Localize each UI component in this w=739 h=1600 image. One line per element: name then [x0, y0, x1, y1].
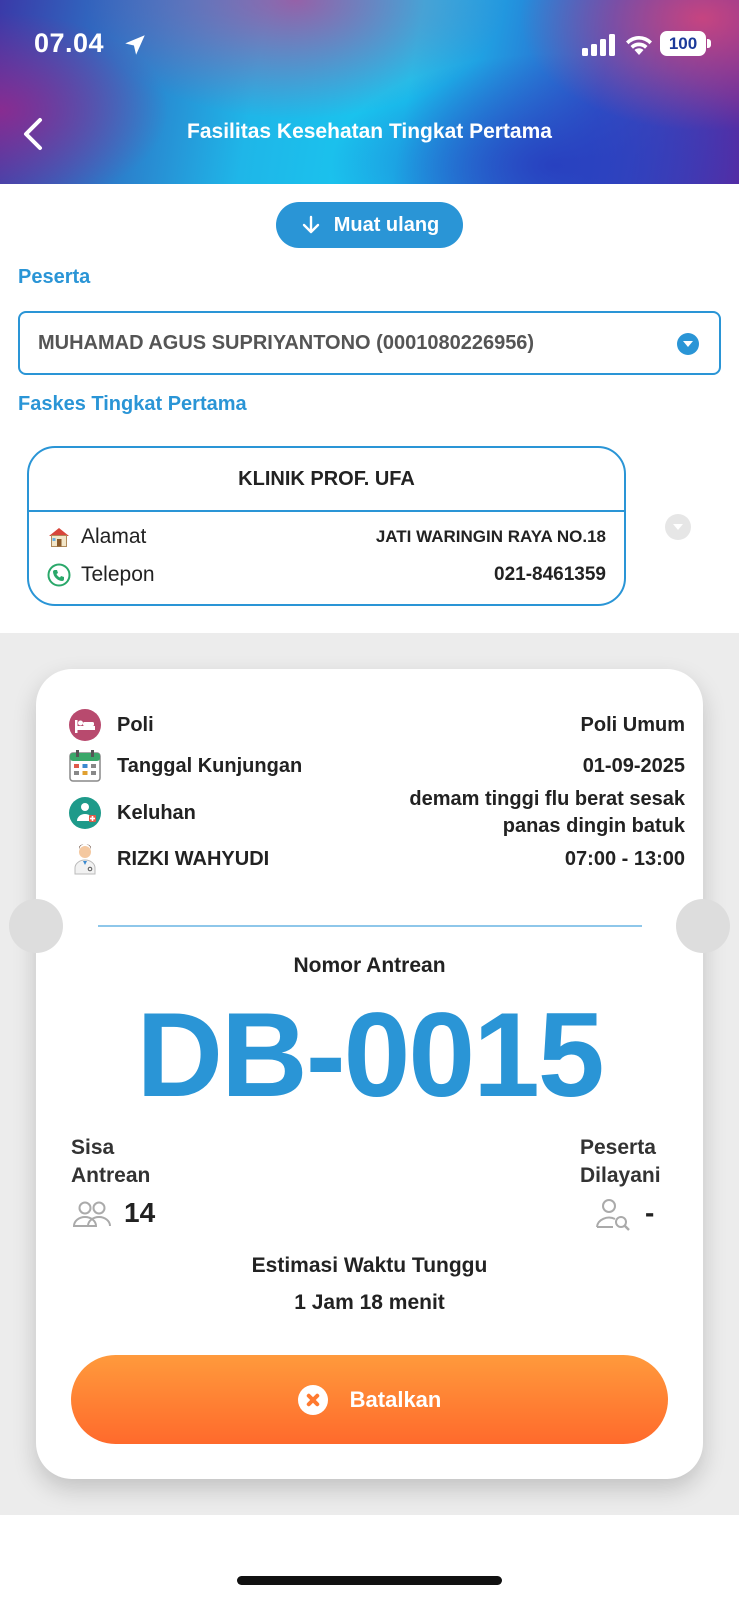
- chevron-down-icon[interactable]: [665, 514, 691, 540]
- peserta-dilayani-label-1: Peserta: [580, 1136, 656, 1159]
- telepon-value: 021-8461359: [494, 564, 606, 585]
- sisa-antrean-label-2: Antrean: [71, 1164, 151, 1187]
- faskes-card[interactable]: KLINIK PROF. UFA Alamat JATI WARINGIN RA…: [27, 446, 626, 606]
- sisa-antrean-value: 14: [124, 1197, 156, 1228]
- status-time: 07.04: [34, 28, 105, 58]
- faskes-name: KLINIK PROF. UFA: [29, 448, 624, 512]
- people-icon: [72, 1201, 111, 1227]
- faskes-alamat-row: Alamat JATI WARINGIN RAYA NO.18: [47, 522, 606, 552]
- phone-icon: [47, 563, 71, 587]
- dokter-name: RIZKI WAHYUDI: [117, 847, 270, 870]
- house-icon: [49, 528, 69, 547]
- estimasi-label: Estimasi Waktu Tunggu: [251, 1254, 488, 1277]
- battery-level: 100: [668, 34, 698, 53]
- queue-number: DB-0015: [136, 988, 604, 1122]
- alamat-label: Alamat: [81, 525, 147, 548]
- sisa-antrean-label-1: Sisa: [71, 1136, 115, 1159]
- close-circle-icon: [297, 1384, 328, 1415]
- telepon-label: Telepon: [81, 563, 155, 586]
- peserta-selected-value: MUHAMAD AGUS SUPRIYANTONO (0001080226956…: [38, 331, 535, 354]
- faskes-label: Faskes Tingkat Pertama: [18, 393, 247, 415]
- dokter-row: RIZKI WAHYUDI 07:00 - 13:00: [68, 842, 685, 876]
- tanggal-value: 01-09-2025: [582, 754, 685, 777]
- hospital-bed-icon: [69, 709, 101, 741]
- wifi-icon: [626, 35, 652, 55]
- poli-value: Poli Umum: [580, 713, 685, 736]
- peserta-dilayani-value: -: [645, 1197, 655, 1228]
- location-arrow-icon: [125, 35, 145, 55]
- chevron-down-icon: [677, 333, 699, 355]
- cancel-label: Batalkan: [349, 1386, 442, 1412]
- tanggal-row: Tanggal Kunjungan 01-09-2025: [68, 749, 685, 783]
- ticket-notch-left: [9, 899, 63, 953]
- keluhan-row: Keluhan demam tinggi flu berat sesak pan…: [68, 786, 685, 840]
- peserta-label: Peserta: [18, 266, 91, 288]
- patient-complaint-icon: [69, 797, 101, 829]
- arrow-down-icon: [302, 215, 319, 234]
- home-indicator[interactable]: [237, 1576, 502, 1585]
- estimasi-value: 1 Jam 18 menit: [294, 1291, 445, 1314]
- keluhan-value: demam tinggi flu berat sesak panas dingi…: [409, 788, 685, 837]
- ticket-divider: [98, 925, 642, 927]
- ticket-notch-right: [676, 899, 730, 953]
- faskes-telepon-row: Telepon 021-8461359: [47, 560, 606, 590]
- alamat-value: JATI WARINGIN RAYA NO.18: [375, 527, 606, 546]
- queue-label: Nomor Antrean: [293, 954, 446, 977]
- person-search-icon: [596, 1199, 630, 1231]
- calendar-icon: [69, 750, 101, 782]
- dokter-schedule: 07:00 - 13:00: [564, 847, 685, 870]
- poli-row: Poli Poli Umum: [68, 708, 685, 742]
- signal-icon: [582, 34, 615, 56]
- peserta-dilayani-label-2: Dilayani: [580, 1164, 661, 1187]
- poli-label: Poli: [117, 713, 154, 736]
- keluhan-label: Keluhan: [117, 801, 196, 824]
- page-title: Fasilitas Kesehatan Tingkat Pertama: [187, 120, 552, 143]
- peserta-select[interactable]: MUHAMAD AGUS SUPRIYANTONO (0001080226956…: [18, 311, 721, 375]
- reload-button[interactable]: Muat ulang: [276, 202, 463, 248]
- app-header: 07.04 100 Fasilitas Kesehatan Tingkat Pe…: [0, 0, 739, 184]
- battery-cap: [707, 39, 711, 48]
- doctor-icon: [74, 844, 96, 875]
- reload-label: Muat ulang: [333, 213, 440, 236]
- tanggal-label: Tanggal Kunjungan: [117, 754, 303, 777]
- cancel-button[interactable]: Batalkan: [71, 1355, 668, 1444]
- battery-icon: 100: [660, 31, 706, 56]
